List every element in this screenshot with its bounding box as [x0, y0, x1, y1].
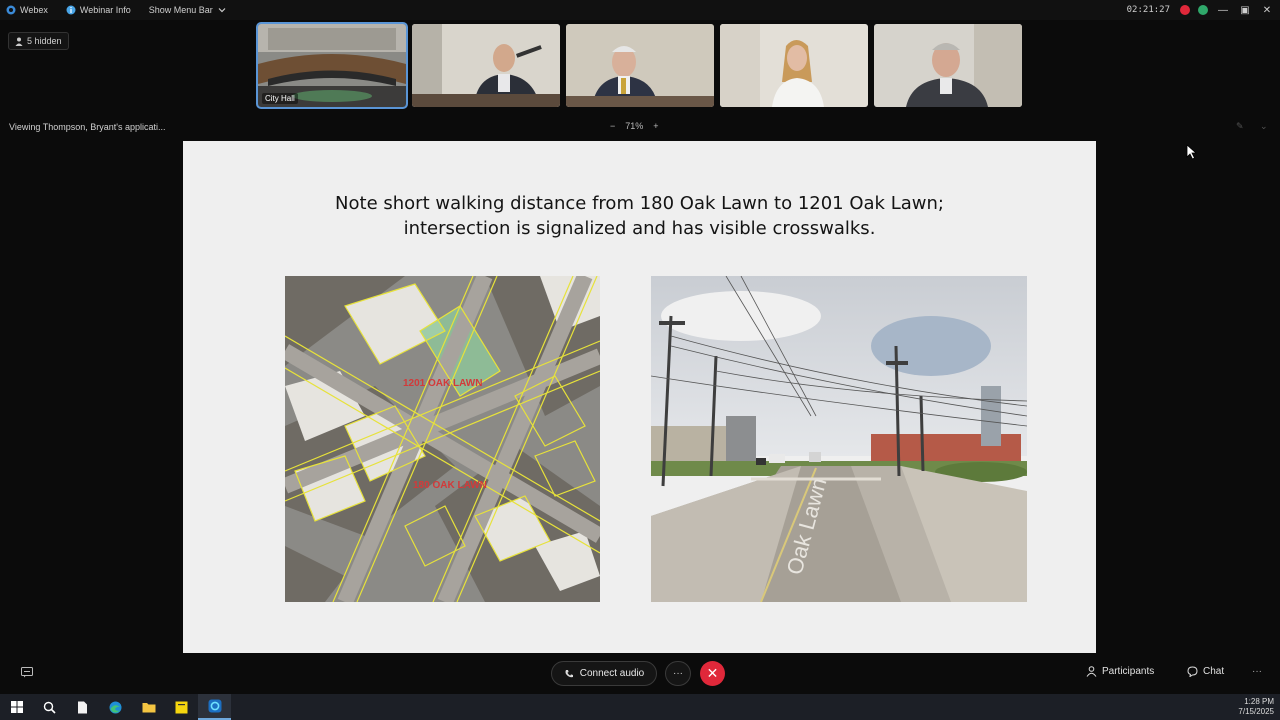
windows-logo-icon: [10, 701, 23, 713]
more-options-button[interactable]: ···: [665, 661, 691, 686]
participant-video: [412, 24, 560, 107]
show-menu-bar-toggle[interactable]: Show Menu Bar: [149, 5, 227, 15]
top-menu-bar: Webex Webinar Info Show Menu Bar 02:21:2…: [0, 0, 1280, 20]
zoom-out-button[interactable]: −: [610, 121, 615, 131]
connect-audio-label: Connect audio: [579, 668, 645, 679]
taskbar-search-button[interactable]: [33, 694, 66, 720]
record-icon[interactable]: [1180, 5, 1190, 15]
shared-content-slide: Note short walking distance from 180 Oak…: [183, 141, 1096, 653]
start-button[interactable]: [0, 694, 33, 720]
annotate-icon[interactable]: ✎: [1236, 121, 1246, 131]
connection-status-icon[interactable]: [1198, 5, 1208, 15]
person-icon: [15, 37, 23, 46]
participant-tile[interactable]: City Hall: [256, 22, 408, 109]
map-label-180: 180 OAK LAWN: [413, 480, 487, 491]
close-icon: ✕: [706, 665, 719, 681]
street-view-image: Oak Lawn: [651, 276, 1027, 602]
participant-video: [720, 24, 868, 107]
chat-label: Chat: [1203, 666, 1225, 677]
minimize-icon[interactable]: —: [1216, 3, 1230, 17]
taskbar-clock[interactable]: 1:28 PM 7/15/2025: [1238, 697, 1274, 717]
slide-title-line-1: Note short walking distance from 180 Oak…: [335, 193, 944, 214]
participants-button[interactable]: Participants: [1086, 666, 1154, 677]
share-settings-icon[interactable]: ⌄: [1260, 121, 1270, 131]
connect-audio-button[interactable]: Connect audio: [551, 661, 657, 686]
sticky-notes-icon: [175, 701, 188, 713]
taskbar-edge-browser[interactable]: [99, 694, 132, 720]
webinar-info-label: Webinar Info: [79, 5, 131, 15]
zoom-level: 71%: [625, 121, 644, 131]
more-panels-button[interactable]: ···: [1252, 666, 1262, 677]
map-label-1201: 1201 OAK LAWN: [403, 378, 482, 389]
clock-time: 1:28 PM: [1244, 697, 1274, 706]
document-icon: [78, 701, 87, 713]
folder-icon: [142, 702, 155, 712]
show-menu-bar-label: Show Menu Bar: [148, 5, 213, 15]
participants-label: Participants: [1102, 666, 1155, 677]
participant-name: City Hall: [262, 93, 298, 104]
participants-icon: [1086, 666, 1097, 677]
participant-video: [566, 24, 714, 107]
participant-strip: City Hall: [256, 22, 1022, 109]
info-icon: [66, 5, 76, 15]
captions-icon[interactable]: [21, 667, 33, 678]
chat-button[interactable]: Chat: [1187, 666, 1224, 677]
taskbar-file-explorer[interactable]: [132, 694, 165, 720]
slide-title: Note short walking distance from 180 Oak…: [183, 191, 1096, 241]
phone-icon: [565, 669, 573, 677]
chevron-down-icon: [218, 8, 226, 13]
clock-date: 7/15/2025: [1238, 707, 1274, 716]
webex-logo-icon: [6, 5, 16, 15]
maximize-icon[interactable]: ▣: [1238, 3, 1252, 17]
hidden-participants-button[interactable]: 5 hidden: [8, 32, 69, 50]
taskbar-webex[interactable]: [198, 694, 231, 720]
windows-taskbar: [0, 694, 1280, 720]
webex-app-icon: [208, 699, 221, 713]
meeting-timer: 02:21:27: [1126, 5, 1170, 15]
edge-browser-icon: [109, 701, 122, 713]
viewing-share-label: Viewing Thompson, Bryant's applicati...: [9, 122, 166, 132]
slide-title-line-2: intersection is signalized and has visib…: [403, 218, 876, 239]
participant-video: [874, 24, 1022, 107]
taskbar-sticky-notes[interactable]: [165, 694, 198, 720]
chat-icon: [1187, 666, 1198, 677]
share-tools: ✎ ⌄: [1236, 121, 1270, 131]
aerial-map-image: 1201 OAK LAWN 180 OAK LAWN: [285, 276, 600, 602]
leave-meeting-button[interactable]: ✕: [700, 661, 725, 686]
mouse-cursor: [1186, 144, 1198, 160]
close-icon[interactable]: ✕: [1260, 3, 1274, 17]
app-name: Webex: [20, 5, 48, 15]
zoom-in-button[interactable]: +: [653, 121, 658, 131]
participant-tile[interactable]: [874, 24, 1022, 107]
participant-tile[interactable]: [566, 24, 714, 107]
participant-tile[interactable]: [720, 24, 868, 107]
webinar-info-menu[interactable]: Webinar Info: [66, 5, 131, 15]
taskbar-file-app[interactable]: [66, 694, 99, 720]
zoom-controls: − 71% +: [610, 121, 659, 131]
search-icon: [43, 701, 56, 714]
participant-tile[interactable]: [412, 24, 560, 107]
webex-menu[interactable]: Webex: [6, 5, 48, 15]
hidden-count: 5 hidden: [27, 36, 62, 46]
